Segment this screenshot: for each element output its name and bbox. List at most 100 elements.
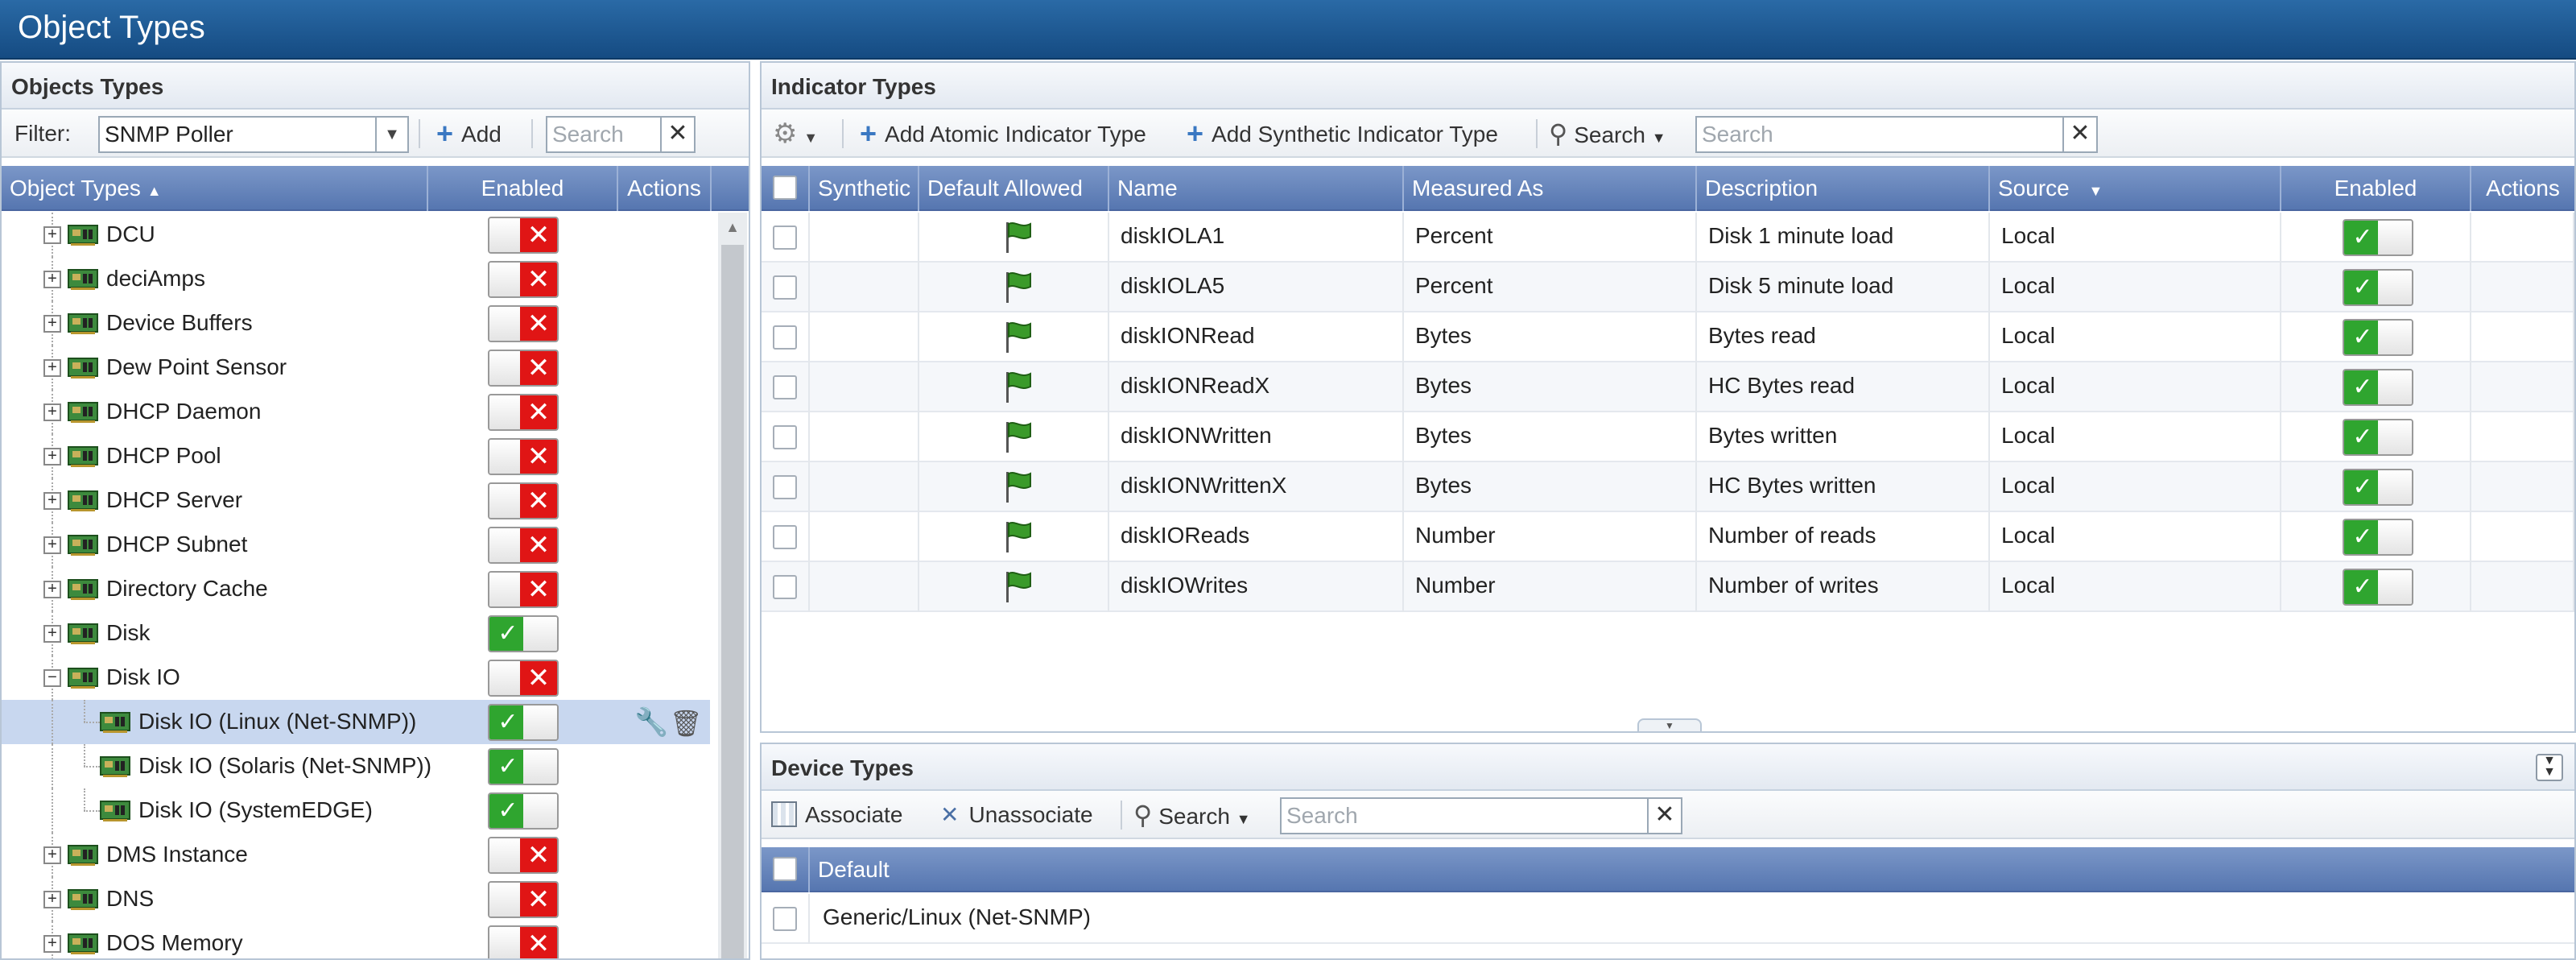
tree-item[interactable]: Disk IO (SystemEDGE) ✓: [2, 788, 710, 833]
row-checkbox[interactable]: [773, 325, 797, 350]
row-checkbox[interactable]: [773, 275, 797, 300]
indicator-row[interactable]: diskIONRead Bytes Bytes read Local ✓: [762, 312, 2574, 362]
clear-search-icon[interactable]: ✕: [2062, 116, 2098, 153]
expand-icon[interactable]: +: [43, 536, 61, 554]
row-checkbox[interactable]: [773, 425, 797, 449]
tree-item[interactable]: + DHCP Daemon ✕: [2, 390, 710, 434]
row-checkbox[interactable]: [773, 375, 797, 399]
column-source[interactable]: Source ▼: [1990, 166, 2281, 211]
enabled-toggle[interactable]: ✓: [2343, 369, 2413, 406]
enabled-toggle[interactable]: ✓: [488, 704, 559, 741]
expand-icon[interactable]: +: [43, 846, 61, 864]
indicator-row[interactable]: diskIONWrittenX Bytes HC Bytes written Loca…: [762, 462, 2574, 512]
tree-item[interactable]: + DHCP Pool ✕: [2, 434, 710, 478]
indicator-search-input[interactable]: Search: [1695, 116, 2066, 153]
panel-splitter[interactable]: ▼: [1637, 718, 1702, 731]
device-search-input[interactable]: Search: [1280, 797, 1650, 834]
row-checkbox[interactable]: [773, 907, 797, 931]
enabled-toggle[interactable]: ✕: [488, 438, 559, 475]
tree-item[interactable]: + DCU ✕: [2, 213, 710, 257]
enabled-toggle[interactable]: ✕: [488, 925, 559, 958]
enabled-toggle[interactable]: ✓: [2343, 319, 2413, 356]
select-all-column[interactable]: [762, 166, 810, 211]
enabled-toggle[interactable]: ✓: [2343, 219, 2413, 256]
expand-icon[interactable]: +: [43, 492, 61, 510]
device-row[interactable]: Generic/Linux (Net-SNMP): [762, 894, 2574, 944]
enabled-toggle[interactable]: ✕: [488, 261, 559, 298]
collapse-icon[interactable]: −: [43, 669, 61, 687]
expand-icon[interactable]: +: [43, 359, 61, 377]
enabled-toggle[interactable]: ✕: [488, 527, 559, 564]
enabled-toggle[interactable]: ✓: [2343, 519, 2413, 556]
indicator-row[interactable]: diskIONWritten Bytes Bytes written Local ✓: [762, 412, 2574, 462]
row-checkbox[interactable]: [773, 525, 797, 549]
collapse-panel-icon[interactable]: ▼ ▼: [2536, 754, 2563, 781]
enabled-toggle[interactable]: ✓: [2343, 419, 2413, 456]
select-all-column[interactable]: [762, 847, 810, 892]
expand-icon[interactable]: +: [43, 448, 61, 466]
enabled-toggle[interactable]: ✕: [488, 881, 559, 918]
add-object-type-button[interactable]: + Add: [436, 116, 502, 151]
column-object-types[interactable]: Object Types ▲: [2, 166, 428, 211]
enabled-toggle[interactable]: ✓: [2343, 269, 2413, 306]
clear-search-icon[interactable]: ✕: [1647, 797, 1682, 834]
expand-icon[interactable]: +: [43, 625, 61, 643]
tree-item[interactable]: + Dew Point Sensor ✕: [2, 346, 710, 390]
wrench-icon[interactable]: 🔧: [634, 706, 668, 739]
enabled-toggle[interactable]: ✕: [488, 571, 559, 608]
expand-icon[interactable]: +: [43, 403, 61, 421]
unassociate-button[interactable]: ✕ Unassociate: [940, 797, 1093, 833]
enabled-toggle[interactable]: ✕: [488, 305, 559, 342]
enabled-toggle[interactable]: ✓: [488, 792, 559, 830]
indicator-row[interactable]: diskIOWrites Number Number of writes Local ✓: [762, 562, 2574, 612]
scroll-up-arrow[interactable]: ▲: [718, 213, 747, 242]
tree-item[interactable]: + deciAmps ✕: [2, 257, 710, 301]
tree-item[interactable]: − Disk IO ✕: [2, 656, 710, 700]
tree-item[interactable]: Disk IO (Linux (Net-SNMP)) ✓ 🔧 🗑: [2, 700, 710, 744]
clear-search-icon[interactable]: ✕: [660, 116, 696, 153]
tree-item[interactable]: Disk IO (Solaris (Net-SNMP)) ✓: [2, 744, 710, 788]
expand-icon[interactable]: +: [43, 891, 61, 908]
tree-item[interactable]: + DHCP Server ✕: [2, 478, 710, 523]
scrollbar-thumb[interactable]: [721, 245, 744, 958]
column-synthetic[interactable]: Synthetic: [810, 166, 919, 211]
select-all-checkbox[interactable]: [773, 176, 797, 200]
search-menu-button[interactable]: ⚲ Search ▼: [1133, 797, 1251, 833]
vertical-scrollbar[interactable]: ▲: [718, 213, 747, 958]
column-enabled[interactable]: Enabled: [428, 166, 618, 211]
enabled-toggle[interactable]: ✕: [488, 217, 559, 254]
filter-select[interactable]: SNMP Poller ▼: [98, 116, 409, 153]
add-synthetic-indicator-type-button[interactable]: + Add Synthetic Indicator Type: [1187, 116, 1498, 151]
add-atomic-indicator-type-button[interactable]: + Add Atomic Indicator Type: [860, 116, 1146, 151]
column-description[interactable]: Description: [1697, 166, 1990, 211]
select-all-checkbox[interactable]: [773, 857, 797, 881]
enabled-toggle[interactable]: ✓: [488, 748, 559, 785]
tree-item[interactable]: + Disk ✓: [2, 611, 710, 656]
indicator-row[interactable]: diskIOReads Number Number of reads Local ✓: [762, 512, 2574, 562]
enabled-toggle[interactable]: ✓: [2343, 469, 2413, 506]
search-menu-button[interactable]: ⚲ Search ▼: [1549, 116, 1666, 151]
column-name[interactable]: Name: [1109, 166, 1404, 211]
expand-icon[interactable]: +: [43, 226, 61, 244]
enabled-toggle[interactable]: ✓: [488, 615, 559, 652]
row-checkbox[interactable]: [773, 475, 797, 499]
indicator-row[interactable]: diskIOLA1 Percent Disk 1 minute load Local ✓: [762, 213, 2574, 263]
row-checkbox[interactable]: [773, 575, 797, 599]
indicator-row[interactable]: diskIONReadX Bytes HC Bytes read Local ✓: [762, 362, 2574, 412]
tree-item[interactable]: + Device Buffers ✕: [2, 301, 710, 346]
trash-icon[interactable]: 🗑: [670, 708, 703, 739]
enabled-toggle[interactable]: ✕: [488, 837, 559, 874]
column-default[interactable]: Default: [810, 847, 2574, 892]
column-enabled[interactable]: Enabled: [2281, 166, 2471, 211]
associate-button[interactable]: Associate: [771, 797, 902, 833]
tree-item[interactable]: + Directory Cache ✕: [2, 567, 710, 611]
tree-item[interactable]: + DHCP Subnet ✕: [2, 523, 710, 567]
enabled-toggle[interactable]: ✕: [488, 660, 559, 697]
tree-item[interactable]: + DOS Memory ✕: [2, 921, 710, 958]
chevron-down-icon[interactable]: ▼: [375, 118, 407, 151]
enabled-toggle[interactable]: ✓: [2343, 569, 2413, 606]
tree-item[interactable]: + DMS Instance ✕: [2, 833, 710, 877]
expand-icon[interactable]: +: [43, 271, 61, 288]
row-checkbox[interactable]: [773, 226, 797, 250]
enabled-toggle[interactable]: ✕: [488, 394, 559, 431]
